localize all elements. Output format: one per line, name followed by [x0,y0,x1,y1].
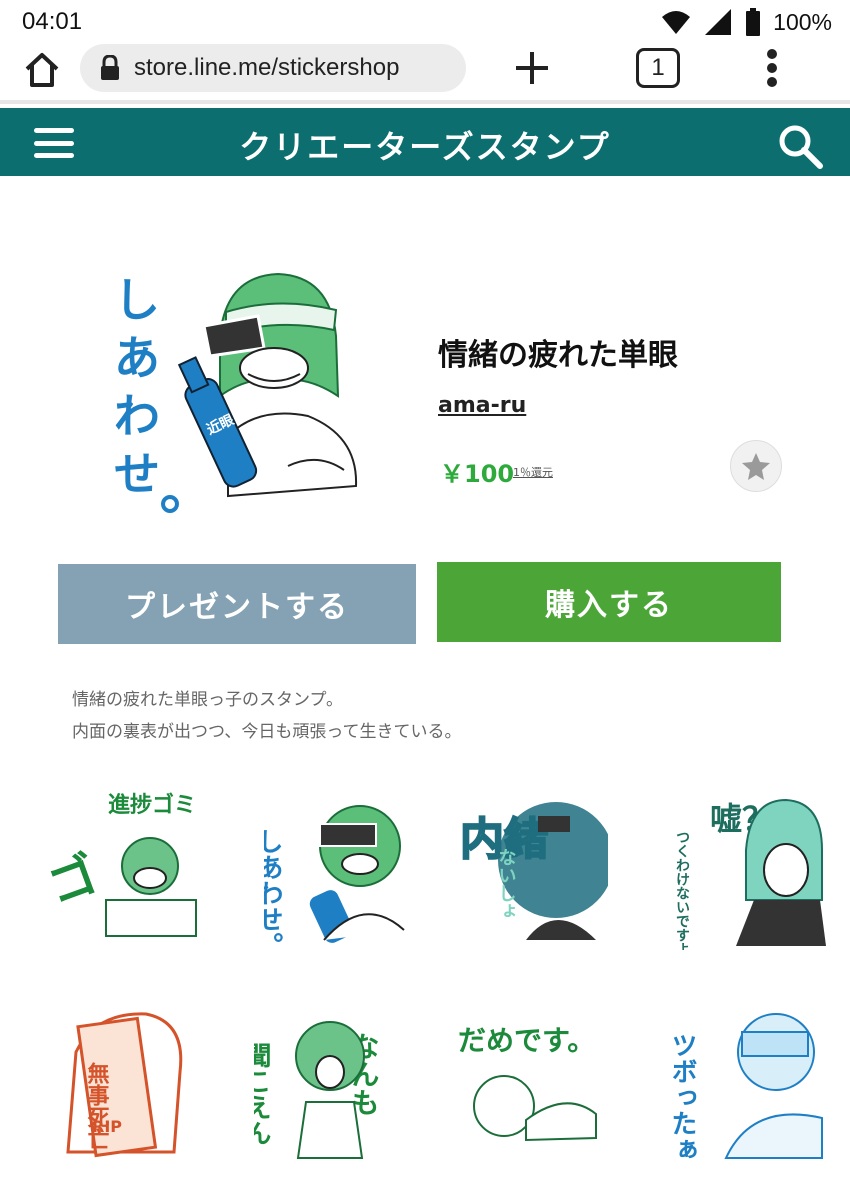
home-icon [25,53,59,87]
sticker-subtext: ないしょ [496,848,517,920]
main-sticker-text-2: あ [114,331,160,385]
sticker-preview[interactable]: しあわせ。 [264,790,416,950]
more-vertical-icon [767,49,777,87]
sticker-text: 聞こえん [254,1042,271,1146]
sticker-preview[interactable]: 進捗ゴミ ゴ [46,782,198,942]
svg-text:ゴ: ゴ [46,846,105,915]
url-bar[interactable]: store.line.me/stickershop [80,44,466,92]
main-sticker-text-4: せ [114,447,160,501]
tab-switcher-button[interactable]: 1 [636,48,680,88]
status-icons: 100% [661,6,832,38]
description-line: 内面の裏表が出つつ、今日も頑張って生きている。 [72,722,462,742]
sticker-subtext: RIP [92,1117,122,1136]
site-header: クリエーターズスタンプ [0,108,850,176]
overflow-menu-button[interactable] [750,46,794,90]
author-link[interactable]: ama-ru [438,393,526,418]
sticker-preview[interactable]: 無事死亡 RIP [56,1002,208,1162]
sticker-title: 情緒の疲れた単眼 [438,338,678,373]
status-bar: 04:01 100% [0,0,850,44]
description-line: 情緒の疲れた単眼っ子のスタンプ。 [72,690,343,710]
lock-icon [98,54,122,82]
sticker-preview[interactable]: ツボったぁ [672,1002,824,1162]
sticker-text: 無事死亡 [84,1061,110,1150]
sticker-subtext: つくわけないですよぉ [676,830,690,950]
sticker-text: 進捗ゴミ [108,792,196,818]
sticker-text: しあわせ。 [264,828,283,950]
main-sticker-text-1: し [114,273,160,327]
search-icon[interactable] [776,122,824,170]
description: 情緒の疲れた単眼っ子のスタンプ。 内面の裏表が出つつ、今日も頑張って生きている。 [72,684,461,748]
wifi-icon [662,11,691,34]
present-button[interactable]: プレゼントする [58,564,416,644]
sticker-preview[interactable]: 嘘？ つくわけないですよぉ [676,790,828,950]
price: ￥100 [440,460,515,488]
sticker-preview[interactable]: だめです。 [456,1010,608,1170]
favorite-button[interactable] [730,440,782,492]
buy-button[interactable]: 購入する [437,562,781,642]
signal-icon [705,9,732,35]
sticker-text: ツボったぁ [672,1032,697,1162]
sticker-text: だめです。 [458,1024,595,1057]
sticker-preview[interactable]: 内緒 ないしょ [456,790,608,950]
star-icon [742,453,770,480]
main-sticker-image: し あ わ せ 近眼 [114,272,358,513]
home-button[interactable] [20,48,64,92]
status-time: 04:01 [22,8,83,35]
new-tab-button[interactable] [510,46,554,90]
battery-percent: 100% [773,8,832,35]
battery-icon [746,8,761,36]
plus-icon [516,52,548,84]
url-text: store.line.me/stickershop [134,54,400,81]
browser-toolbar: store.line.me/stickershop 1 [0,44,850,104]
main-sticker-text-3: わ [114,389,160,443]
sticker-preview[interactable]: 聞こえん なんも [254,1002,406,1162]
header-title: クリエーターズスタンプ [239,128,611,166]
cashback-link[interactable]: 1％還元 [513,464,553,480]
